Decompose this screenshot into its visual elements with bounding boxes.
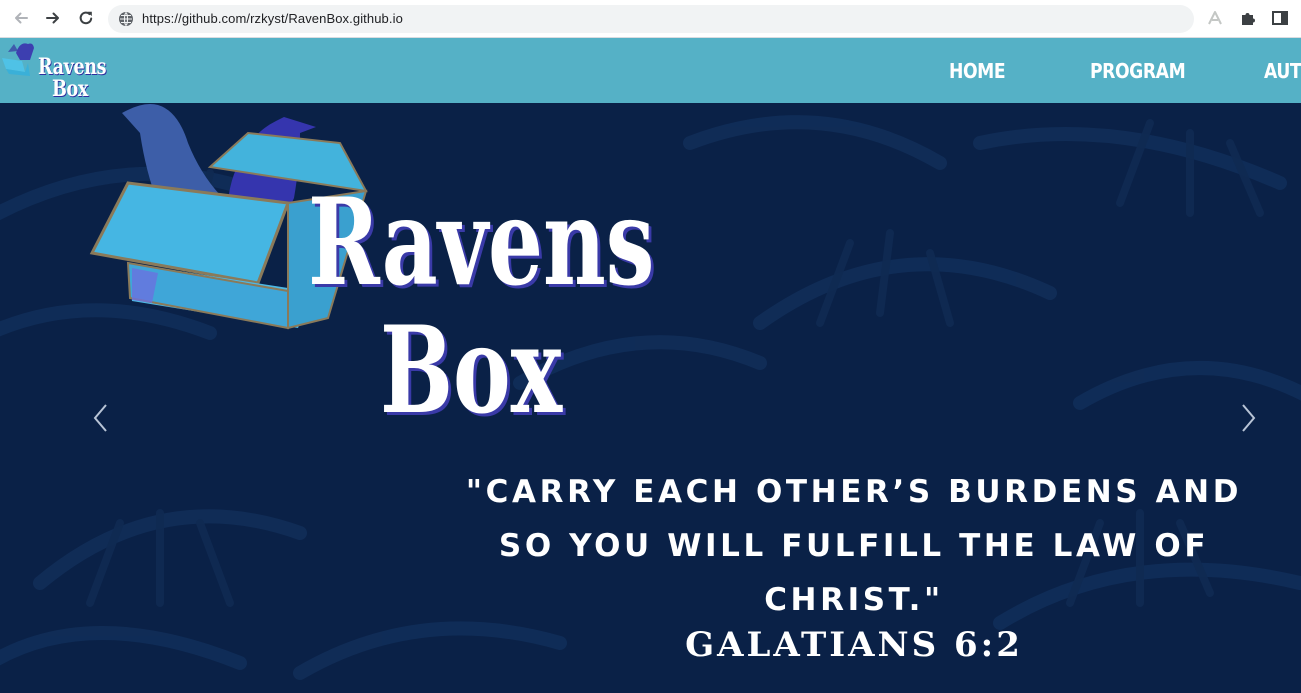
site-header: Ravens Box HOME PROGRAM AUTH — [0, 38, 1301, 103]
hero-logo: Ravens Box — [88, 103, 654, 443]
nav-program[interactable]: PROGRAM — [1090, 38, 1186, 103]
back-button[interactable] — [9, 6, 33, 30]
reload-icon — [79, 11, 93, 25]
hero-quote-reference: GALATIANS 6:2 — [685, 625, 1023, 665]
header-logo[interactable]: Ravens Box — [0, 38, 107, 103]
hero-quote: "CARRY EACH OTHER’S BURDENS AND SO YOU W… — [465, 474, 1243, 618]
nav-home[interactable]: HOME — [949, 38, 1006, 103]
address-bar[interactable]: https://github.com/rzkyst/RavenBox.githu… — [108, 5, 1194, 33]
browser-toolbar: https://github.com/rzkyst/RavenBox.githu… — [0, 0, 1301, 38]
forward-button[interactable] — [41, 6, 65, 30]
hero-carousel: Ravens Box "CARRY EACH OTHER’S BURDENS A… — [0, 103, 1301, 693]
chevron-left-icon — [93, 404, 107, 432]
forward-arrow-icon — [46, 12, 59, 24]
carousel-prev-button[interactable] — [89, 403, 113, 433]
nav-auth[interactable]: AUTH — [1264, 38, 1301, 103]
reader-icon[interactable] — [1207, 9, 1225, 27]
site-info-icon[interactable] — [118, 11, 134, 27]
reload-button[interactable] — [74, 6, 98, 30]
carousel-next-button[interactable] — [1236, 403, 1260, 433]
hero-logo-line2: Box — [380, 300, 563, 441]
header-logo-line2: Box — [52, 76, 88, 102]
sidepanel-icon[interactable] — [1271, 9, 1289, 27]
back-arrow-icon — [15, 12, 28, 24]
extensions-icon[interactable] — [1239, 9, 1257, 27]
chevron-right-icon — [1242, 404, 1256, 432]
hero-logo-line1: Ravens — [308, 172, 655, 313]
url-text[interactable]: https://github.com/rzkyst/RavenBox.githu… — [142, 5, 403, 33]
